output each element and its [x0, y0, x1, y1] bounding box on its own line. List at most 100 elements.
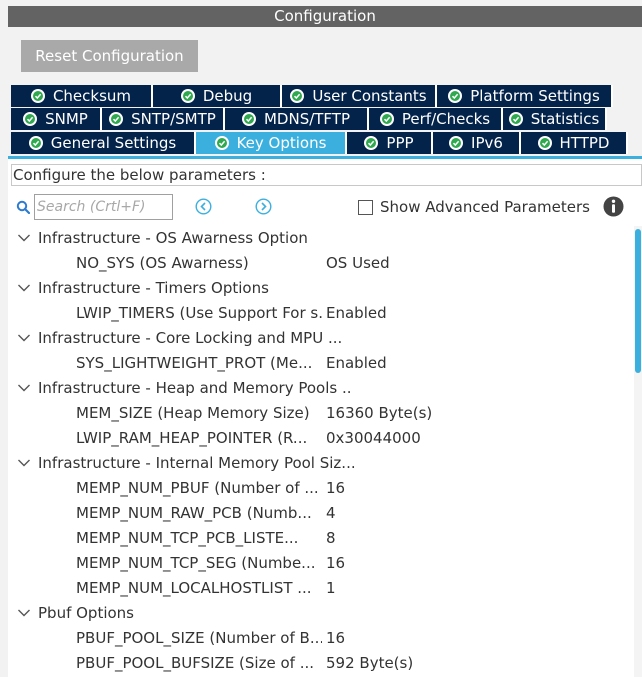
parameter-row[interactable]: PBUF_POOL_SIZE (Number of B... 16 — [8, 626, 628, 651]
parameter-row[interactable]: MEMP_NUM_TCP_SEG (Numbe... 16 — [8, 551, 628, 576]
tab-row-1: Checksum Debug User Constants Platform Sett… — [11, 85, 613, 107]
parameter-row[interactable]: MEMP_NUM_LOCALHOSTLIST ... 1 — [8, 576, 628, 601]
tab-label: General Settings — [50, 134, 177, 152]
tab-label: Perf/Checks — [401, 110, 491, 128]
group-label: Infrastructure - Heap and Memory Pools .… — [38, 379, 352, 397]
check-circle-icon — [23, 112, 38, 126]
tab-label: Checksum — [52, 87, 132, 105]
group-header[interactable]: Infrastructure - Heap and Memory Pools .… — [8, 376, 628, 401]
search-input[interactable] — [34, 194, 173, 220]
parameter-row[interactable]: MEM_SIZE (Heap Memory Size) 16360 Byte(s) — [8, 401, 628, 426]
parameter-row[interactable]: LWIP_TIMERS (Use Support For s... Enabled — [8, 301, 628, 326]
tab-user-constants[interactable]: User Constants — [282, 85, 437, 107]
parameter-value[interactable]: OS Used — [326, 251, 390, 276]
tab-snmp[interactable]: SNMP — [11, 108, 102, 130]
group-header[interactable]: Infrastructure - Core Locking and MPU ..… — [8, 326, 628, 351]
check-circle-icon — [241, 112, 256, 126]
search-previous-icon[interactable] — [195, 198, 212, 215]
tab-ppp[interactable]: PPP — [347, 132, 433, 154]
tab-label: IPv6 — [471, 134, 503, 152]
tab-debug[interactable]: Debug — [153, 85, 282, 107]
parameter-row[interactable]: SYS_LIGHTWEIGHT_PROT (Me... Enabled — [8, 351, 628, 376]
tab-mdns-tftp[interactable]: MDNS/TFTP — [225, 108, 369, 130]
parameter-row[interactable]: PBUF_POOL_BUFSIZE (Size of ... 592 Byte(s… — [8, 651, 628, 676]
tab-label: User Constants — [312, 87, 427, 105]
tab-label: SNTP/SMTP — [131, 110, 216, 128]
parameter-name: MEMP_NUM_TCP_SEG (Numbe... — [76, 554, 316, 572]
chevron-down-icon — [18, 234, 30, 242]
group-label: Infrastructure - Core Locking and MPU ..… — [38, 329, 343, 347]
tab-label: PPP — [386, 134, 414, 152]
parameter-row[interactable]: MEMP_NUM_RAW_PCB (Numb... 4 — [8, 501, 628, 526]
group-header[interactable]: Infrastructure - OS Awarness Option — [8, 226, 628, 251]
tab-httpd[interactable]: HTTPD — [521, 132, 628, 154]
parameter-name: PBUF_POOL_SIZE (Number of B... — [76, 629, 322, 647]
info-icon[interactable] — [603, 196, 624, 217]
show-advanced-label: Show Advanced Parameters — [380, 198, 590, 216]
chevron-down-icon — [18, 284, 30, 292]
group-header[interactable]: Infrastructure - Internal Memory Pool Si… — [8, 451, 628, 476]
scrollbar-thumb[interactable] — [635, 229, 641, 373]
parameter-value[interactable]: 4 — [326, 501, 336, 526]
parameter-value[interactable]: 16360 Byte(s) — [326, 401, 432, 426]
configure-parameters-label: Configure the below parameters : — [11, 164, 642, 186]
parameter-row[interactable]: MEMP_NUM_PBUF (Number of ... 16 — [8, 476, 628, 501]
parameter-value[interactable]: 1 — [326, 576, 336, 601]
reset-configuration-button[interactable]: Reset Configuration — [21, 40, 198, 72]
parameter-row[interactable]: LWIP_RAM_HEAP_POINTER (R... 0x30044000 — [8, 426, 628, 451]
parameter-value[interactable]: Enabled — [326, 301, 387, 326]
group-header[interactable]: Pbuf Options — [8, 601, 628, 626]
window-title: Configuration — [8, 6, 642, 27]
chevron-down-icon — [18, 334, 30, 342]
tab-label: Platform Settings — [470, 87, 600, 105]
check-circle-icon — [180, 89, 195, 103]
chevron-down-icon — [18, 384, 30, 392]
parameter-row[interactable]: MEMP_NUM_TCP_PCB_LISTE... 8 — [8, 526, 628, 551]
parameter-value[interactable]: 16 — [326, 551, 345, 576]
parameter-tree: Infrastructure - OS Awarness Option NO_SY… — [8, 226, 632, 677]
parameter-value[interactable]: 0x30044000 — [326, 426, 421, 451]
chevron-down-icon — [18, 609, 30, 617]
group-label: Pbuf Options — [38, 604, 134, 622]
parameter-value[interactable]: 16 — [326, 626, 345, 651]
parameter-value[interactable]: 592 Byte(s) — [326, 651, 413, 676]
group-header[interactable]: Infrastructure - Timers Options — [8, 276, 628, 301]
parameter-name: NO_SYS (OS Awarness) — [76, 254, 249, 272]
search-next-icon[interactable] — [255, 198, 272, 215]
search-icon — [16, 200, 30, 214]
check-circle-icon — [364, 136, 379, 150]
parameter-name: MEMP_NUM_LOCALHOSTLIST ... — [76, 579, 312, 597]
parameter-name: MEMP_NUM_TCP_PCB_LISTE... — [76, 529, 299, 547]
tab-label: SNMP — [45, 110, 88, 128]
check-circle-icon — [214, 136, 229, 150]
tab-label: Statistics — [530, 110, 600, 128]
parameter-name: LWIP_TIMERS (Use Support For s... — [76, 304, 322, 322]
tab-statistics[interactable]: Statistics — [503, 108, 607, 130]
check-circle-icon — [28, 136, 43, 150]
parameter-name: MEMP_NUM_PBUF (Number of ... — [76, 479, 319, 497]
check-circle-icon — [537, 136, 552, 150]
parameter-name: LWIP_RAM_HEAP_POINTER (R... — [76, 429, 308, 447]
tab-row-2: SNMP SNTP/SMTP MDNS/TFTP Perf/Checks Statist… — [11, 108, 607, 130]
tab-sntp-smtp[interactable]: SNTP/SMTP — [102, 108, 225, 130]
check-circle-icon — [290, 89, 305, 103]
tab-key-options[interactable]: Key Options — [196, 132, 347, 154]
tab-label: Key Options — [236, 134, 327, 152]
parameter-value[interactable]: 8 — [326, 526, 336, 551]
parameter-name: SYS_LIGHTWEIGHT_PROT (Me... — [76, 354, 313, 372]
check-circle-icon — [449, 136, 464, 150]
tab-ipv6[interactable]: IPv6 — [433, 132, 521, 154]
parameter-value[interactable]: 16 — [326, 476, 345, 501]
check-circle-icon — [109, 112, 124, 126]
parameter-row[interactable]: NO_SYS (OS Awarness) OS Used — [8, 251, 628, 276]
tab-checksum[interactable]: Checksum — [11, 85, 153, 107]
tab-general-settings[interactable]: General Settings — [11, 132, 196, 154]
chevron-down-icon — [18, 459, 30, 467]
tab-perf-checks[interactable]: Perf/Checks — [369, 108, 503, 130]
parameter-name: PBUF_POOL_BUFSIZE (Size of ... — [76, 654, 315, 672]
show-advanced-checkbox[interactable] — [358, 200, 373, 215]
parameter-value[interactable]: Enabled — [326, 351, 387, 376]
check-circle-icon — [448, 89, 463, 103]
tab-platform-settings[interactable]: Platform Settings — [437, 85, 613, 107]
tab-label: MDNS/TFTP — [263, 110, 351, 128]
